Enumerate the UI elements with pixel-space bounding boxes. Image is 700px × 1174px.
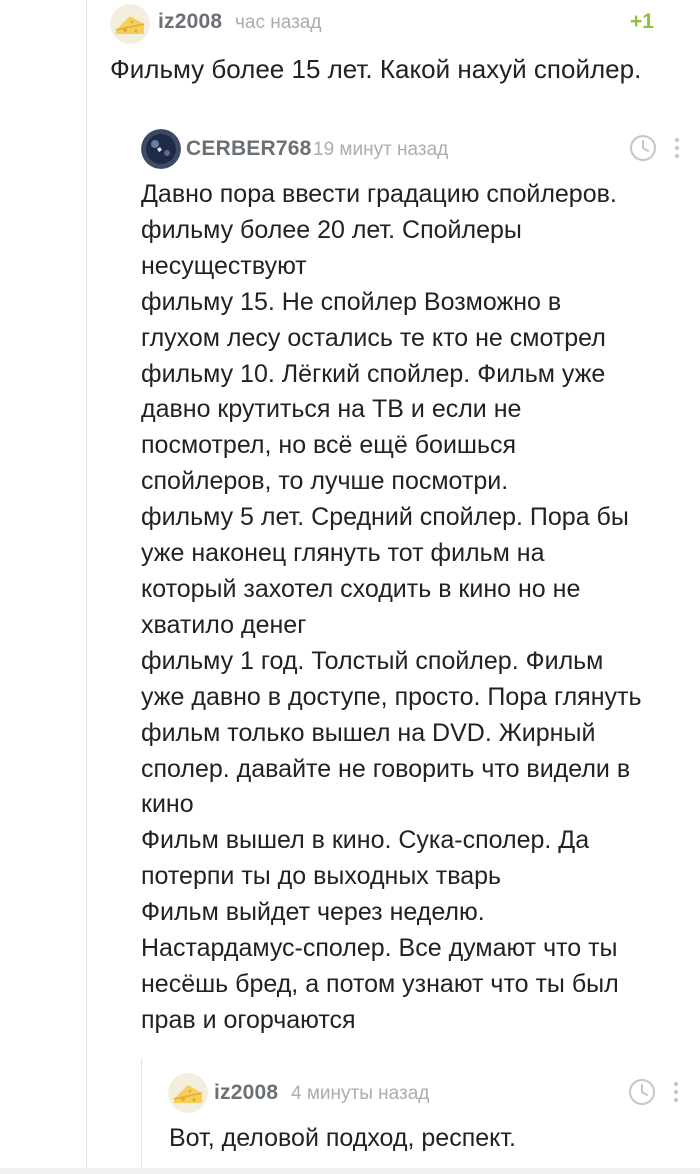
cheese-avatar-icon <box>168 1073 208 1113</box>
clock-icon[interactable] <box>628 1078 656 1106</box>
comment-time: 4 минуты назад <box>291 1083 430 1104</box>
comment-author[interactable]: iz2008 <box>214 1081 278 1105</box>
comment-iz2008-2: iz2008 4 минуты назад Вот, деловой подхо… <box>0 0 700 1174</box>
comment-header: iz2008 4 минуты назад <box>168 1073 700 1113</box>
user-avatar[interactable] <box>168 1073 208 1113</box>
comment-text: Вот, деловой подход, респект. <box>169 1124 516 1152</box>
bottom-bar <box>0 1168 700 1174</box>
more-icon[interactable] <box>672 1078 680 1106</box>
